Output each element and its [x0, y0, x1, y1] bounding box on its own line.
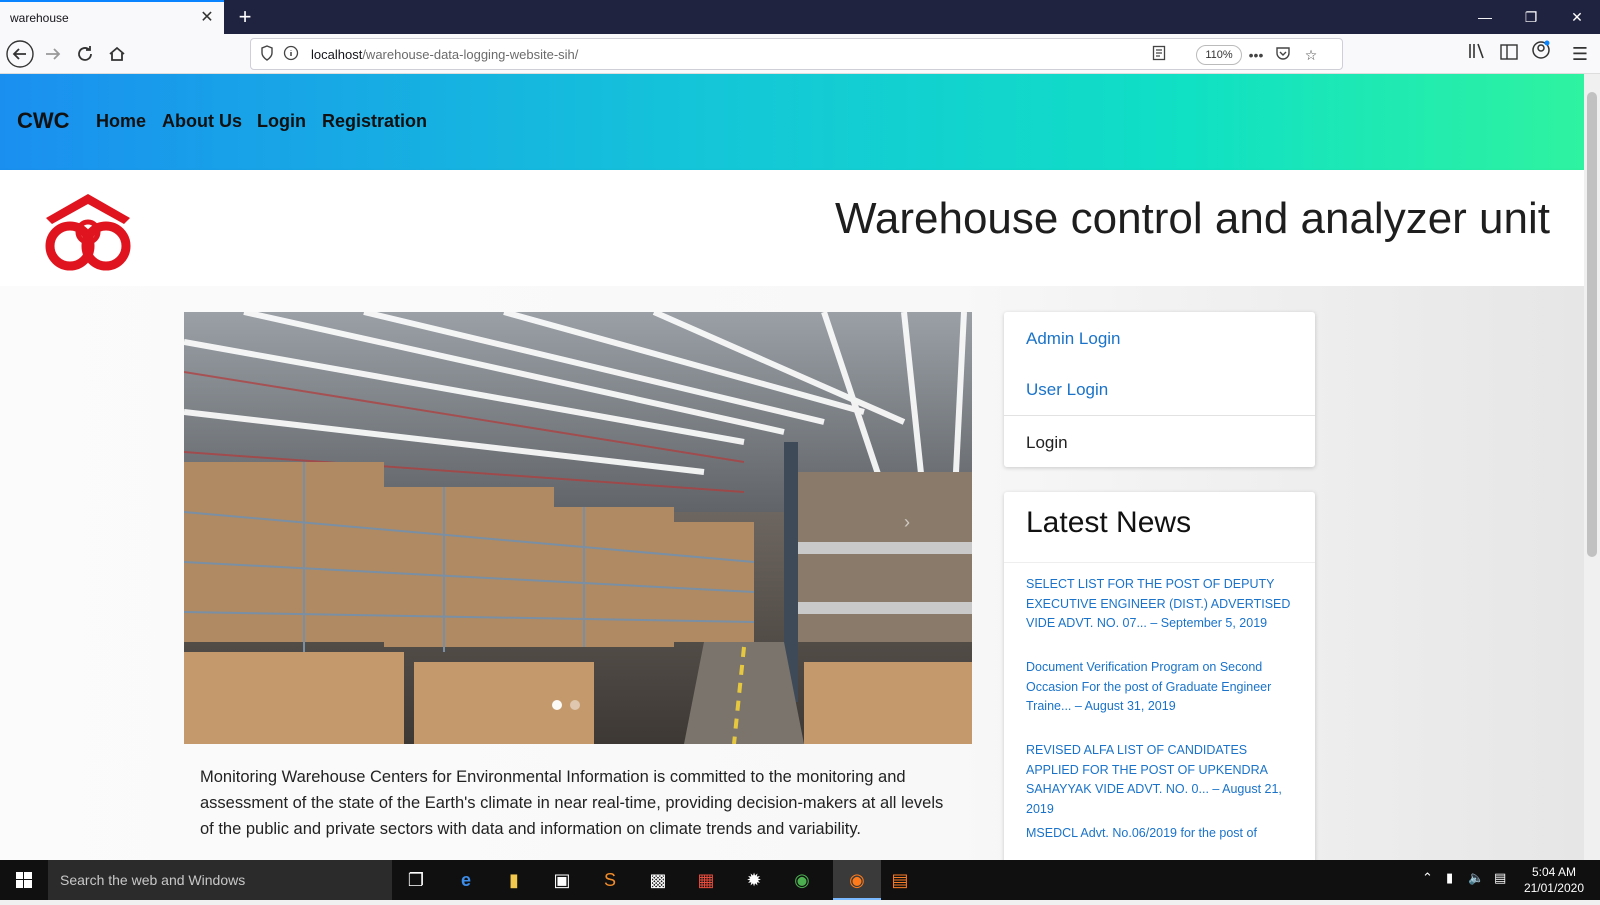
battery-icon[interactable]: ▮	[1446, 870, 1453, 886]
reload-icon	[78, 46, 92, 61]
new-tab-button[interactable]: +	[232, 4, 258, 30]
store-icon[interactable]: ▣	[542, 864, 582, 896]
admin-login-link[interactable]: Admin Login	[1026, 329, 1121, 349]
news-item[interactable]: REVISED ALFA LIST OF CANDIDATES APPLIED …	[1026, 741, 1298, 819]
back-arrow-icon	[6, 40, 34, 68]
tab-title: warehouse	[10, 11, 69, 25]
start-button[interactable]	[0, 860, 48, 900]
carousel-indicator-1[interactable]	[552, 700, 562, 710]
news-item[interactable]: SELECT LIST FOR THE POST OF DEPUTY EXECU…	[1026, 575, 1298, 634]
network-app-icon[interactable]: ✹	[734, 864, 774, 896]
close-window-button[interactable]: ✕	[1554, 0, 1600, 34]
task-view-icon[interactable]: ❐	[396, 864, 436, 896]
carousel-indicator-2[interactable]	[570, 700, 580, 710]
file-explorer-icon[interactable]: ▮	[494, 864, 534, 896]
nav-login-link[interactable]: Login	[257, 111, 306, 132]
taskbar-search[interactable]: Search the web and Windows	[48, 860, 392, 900]
site-info-icon[interactable]	[281, 45, 301, 65]
forward-button[interactable]	[38, 39, 68, 69]
forward-arrow-icon	[46, 48, 61, 60]
tray-chevron-icon[interactable]: ⌃	[1422, 870, 1433, 886]
divider	[1004, 415, 1315, 416]
scrollbar-thumb[interactable]	[1587, 92, 1597, 557]
carousel-next-icon[interactable]: ›	[904, 512, 910, 533]
page-viewport: CWC Home About Us Login Registration War…	[0, 74, 1584, 860]
taskbar: Search the web and Windows ❐ e ▮ ▣ S ▩ ▦…	[0, 860, 1600, 900]
browser-tab-bar: warehouse ✕ + — ❐ ✕	[0, 0, 1600, 34]
page-title: Warehouse control and analyzer unit	[835, 194, 1550, 243]
sidebar-toggle-icon[interactable]	[1494, 39, 1524, 69]
site-header: Warehouse control and analyzer unit	[0, 170, 1584, 286]
clock-time: 5:04 AM	[1531, 865, 1576, 879]
browser-toolbar: localhost/warehouse-data-logging-website…	[0, 34, 1600, 74]
account-icon[interactable]	[1526, 39, 1556, 69]
firefox-icon: ◉	[849, 870, 865, 890]
news-item[interactable]: MSEDCL Advt. No.06/2019 for the post of	[1026, 824, 1298, 844]
reader-view-icon[interactable]	[1149, 45, 1169, 65]
intro-paragraph: Monitoring Warehouse Centers for Environ…	[200, 768, 944, 838]
url-text[interactable]: localhost/warehouse-data-logging-website…	[311, 47, 578, 62]
chrome-icon[interactable]: ◉	[782, 864, 822, 896]
cwc-logo	[45, 194, 131, 271]
restore-window-button[interactable]: ❐	[1508, 0, 1554, 34]
zoom-level-indicator[interactable]: 110%	[1196, 45, 1242, 65]
address-bar[interactable]: localhost/warehouse-data-logging-website…	[250, 38, 1343, 70]
minimize-window-button[interactable]: —	[1462, 0, 1508, 34]
xampp-icon[interactable]: ▤	[880, 864, 920, 896]
news-item[interactable]: Document Verification Program on Second …	[1026, 658, 1298, 717]
page-actions-icon[interactable]: •••	[1246, 45, 1266, 65]
windows-logo-icon	[16, 872, 32, 888]
shield-icon[interactable]	[257, 45, 277, 65]
pocket-icon[interactable]	[1273, 45, 1293, 65]
news-title: Latest News	[1026, 506, 1192, 539]
colorful-app-icon[interactable]: ▦	[686, 864, 726, 896]
nav-registration-link[interactable]: Registration	[322, 111, 427, 132]
url-path: /warehouse-data-logging-website-sih/	[362, 47, 579, 62]
terminal-icon[interactable]: ▩	[638, 864, 678, 896]
close-tab-icon[interactable]: ✕	[198, 9, 216, 27]
notifications-icon[interactable]: ▤	[1494, 870, 1506, 886]
clock-date: 21/01/2020	[1523, 881, 1584, 895]
taskbar-search-placeholder: Search the web and Windows	[60, 872, 246, 888]
url-host: localhost	[311, 47, 363, 62]
browser-tab[interactable]: warehouse ✕	[0, 0, 224, 34]
bookmark-star-icon[interactable]: ☆	[1301, 45, 1321, 65]
divider	[1004, 562, 1315, 563]
back-button[interactable]	[5, 39, 35, 69]
page-scrollbar[interactable]	[1584, 74, 1600, 860]
taskbar-clock[interactable]: 5:04 AM 21/01/2020	[1524, 864, 1584, 896]
warehouse-photo	[184, 312, 972, 744]
reload-button[interactable]	[70, 39, 100, 69]
brand-link[interactable]: CWC	[17, 108, 70, 134]
hamburger-menu-icon[interactable]: ☰	[1565, 39, 1595, 69]
firefox-taskbar-button[interactable]: ◉	[833, 860, 881, 900]
home-button[interactable]	[102, 39, 132, 69]
nav-home-link[interactable]: Home	[96, 111, 146, 132]
volume-icon[interactable]: 🔈	[1468, 870, 1484, 886]
library-icon[interactable]	[1462, 39, 1492, 69]
nav-about-link[interactable]: About Us	[162, 111, 242, 132]
login-text[interactable]: Login	[1026, 433, 1068, 453]
sublime-text-icon[interactable]: S	[590, 864, 630, 896]
home-icon	[109, 46, 125, 61]
login-card: Admin Login User Login Login	[1004, 312, 1315, 467]
edge-icon[interactable]: e	[446, 864, 486, 896]
latest-news-card: Latest News SELECT LIST FOR THE POST OF …	[1004, 492, 1315, 860]
user-login-link[interactable]: User Login	[1026, 380, 1108, 400]
site-navbar: CWC Home About Us Login Registration	[0, 74, 1584, 170]
warehouse-carousel[interactable]: ›	[184, 312, 972, 744]
